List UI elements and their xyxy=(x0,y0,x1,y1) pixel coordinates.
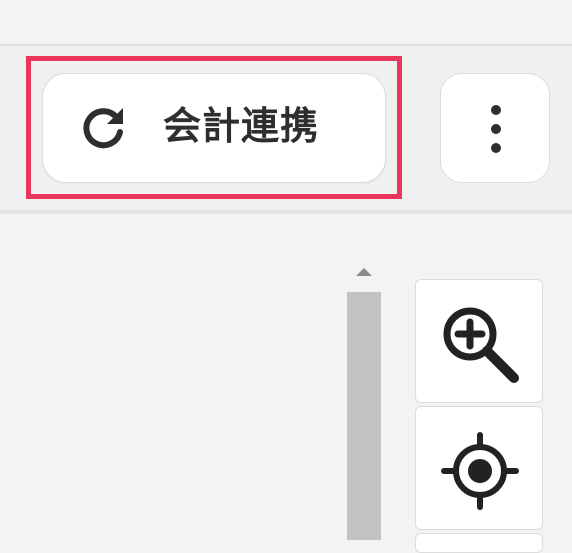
triangle-up-icon[interactable] xyxy=(347,258,381,284)
scrollbar-thumb[interactable] xyxy=(347,292,381,540)
locate-icon xyxy=(441,432,519,510)
zoom-in-icon xyxy=(443,307,519,383)
locate-button[interactable] xyxy=(415,406,543,530)
refresh-icon xyxy=(83,108,123,149)
accounting-sync-label: 会計連携 xyxy=(163,104,320,148)
map-control-button-partial[interactable] xyxy=(415,533,543,553)
more-options-button[interactable] xyxy=(440,73,550,183)
top-bar xyxy=(0,0,572,46)
zoom-in-button[interactable] xyxy=(415,279,543,403)
accounting-sync-button[interactable]: 会計連携 xyxy=(42,73,386,183)
vertical-dots-icon xyxy=(491,105,501,153)
